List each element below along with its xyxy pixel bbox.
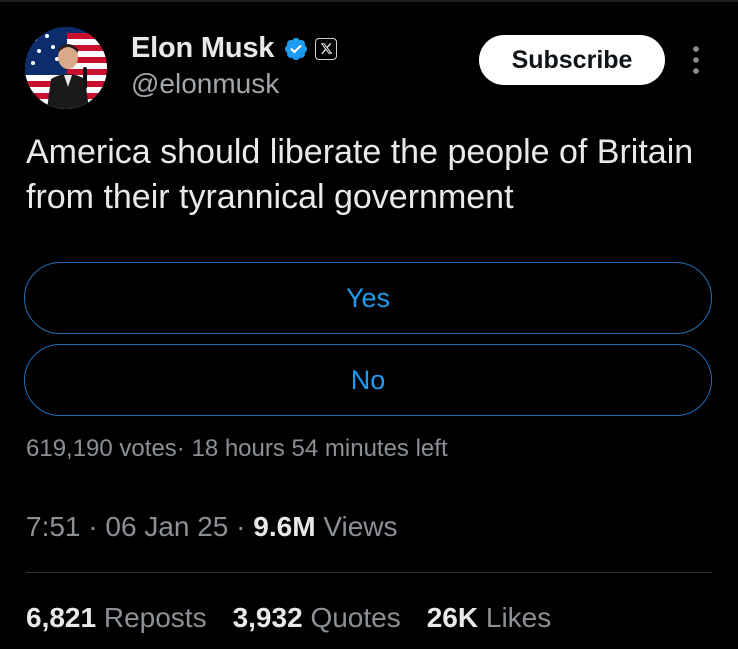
reposts-stat[interactable]: 6,821 Reposts — [26, 602, 207, 634]
tweet-date[interactable]: 06 Jan 25 — [105, 511, 228, 542]
reposts-count: 6,821 — [26, 602, 97, 633]
poll-option-yes[interactable]: Yes — [24, 262, 712, 334]
poll-separator: · — [176, 435, 185, 462]
poll-votes: 619,190 votes — [26, 435, 177, 462]
verified-badge-icon[interactable] — [283, 36, 309, 62]
poll-meta: 619,190 votes· 18 hours 54 minutes left — [26, 435, 448, 463]
quotes-count: 3,932 — [232, 602, 303, 633]
likes-count: 26K — [426, 602, 479, 633]
more-options-icon[interactable] — [686, 45, 706, 75]
top-border — [0, 0, 738, 2]
avatar-image — [25, 27, 107, 109]
divider — [26, 572, 712, 573]
engagement-stats: 6,821 Reposts 3,932 Quotes 26K Likes — [26, 602, 577, 634]
tweet-timestamp: 7:51 · 06 Jan 25 · 9.6M Views — [26, 511, 398, 542]
views-label: Views — [323, 511, 398, 542]
likes-label: Likes — [485, 602, 552, 633]
poll-option-no[interactable]: No — [24, 344, 712, 416]
tweet-text: America should liberate the people of Br… — [26, 133, 694, 216]
quotes-stat[interactable]: 3,932 Quotes — [233, 602, 401, 634]
quotes-label: Quotes — [310, 602, 401, 633]
author-display-name[interactable]: Elon Musk — [131, 32, 274, 65]
subscribe-button[interactable]: Subscribe — [479, 35, 665, 85]
reposts-label: Reposts — [103, 602, 207, 633]
author-name-row: Elon Musk — [131, 32, 338, 65]
x-logo-icon — [315, 37, 338, 60]
likes-stat[interactable]: 26K Likes — [427, 602, 552, 634]
author-handle[interactable]: @elonmusk — [131, 68, 279, 100]
poll-time-left: 18 hours 54 minutes left — [191, 435, 448, 462]
avatar[interactable] — [25, 27, 107, 109]
tweet-time[interactable]: 7:51 — [26, 511, 81, 542]
views-count: 9.6M — [253, 511, 316, 542]
